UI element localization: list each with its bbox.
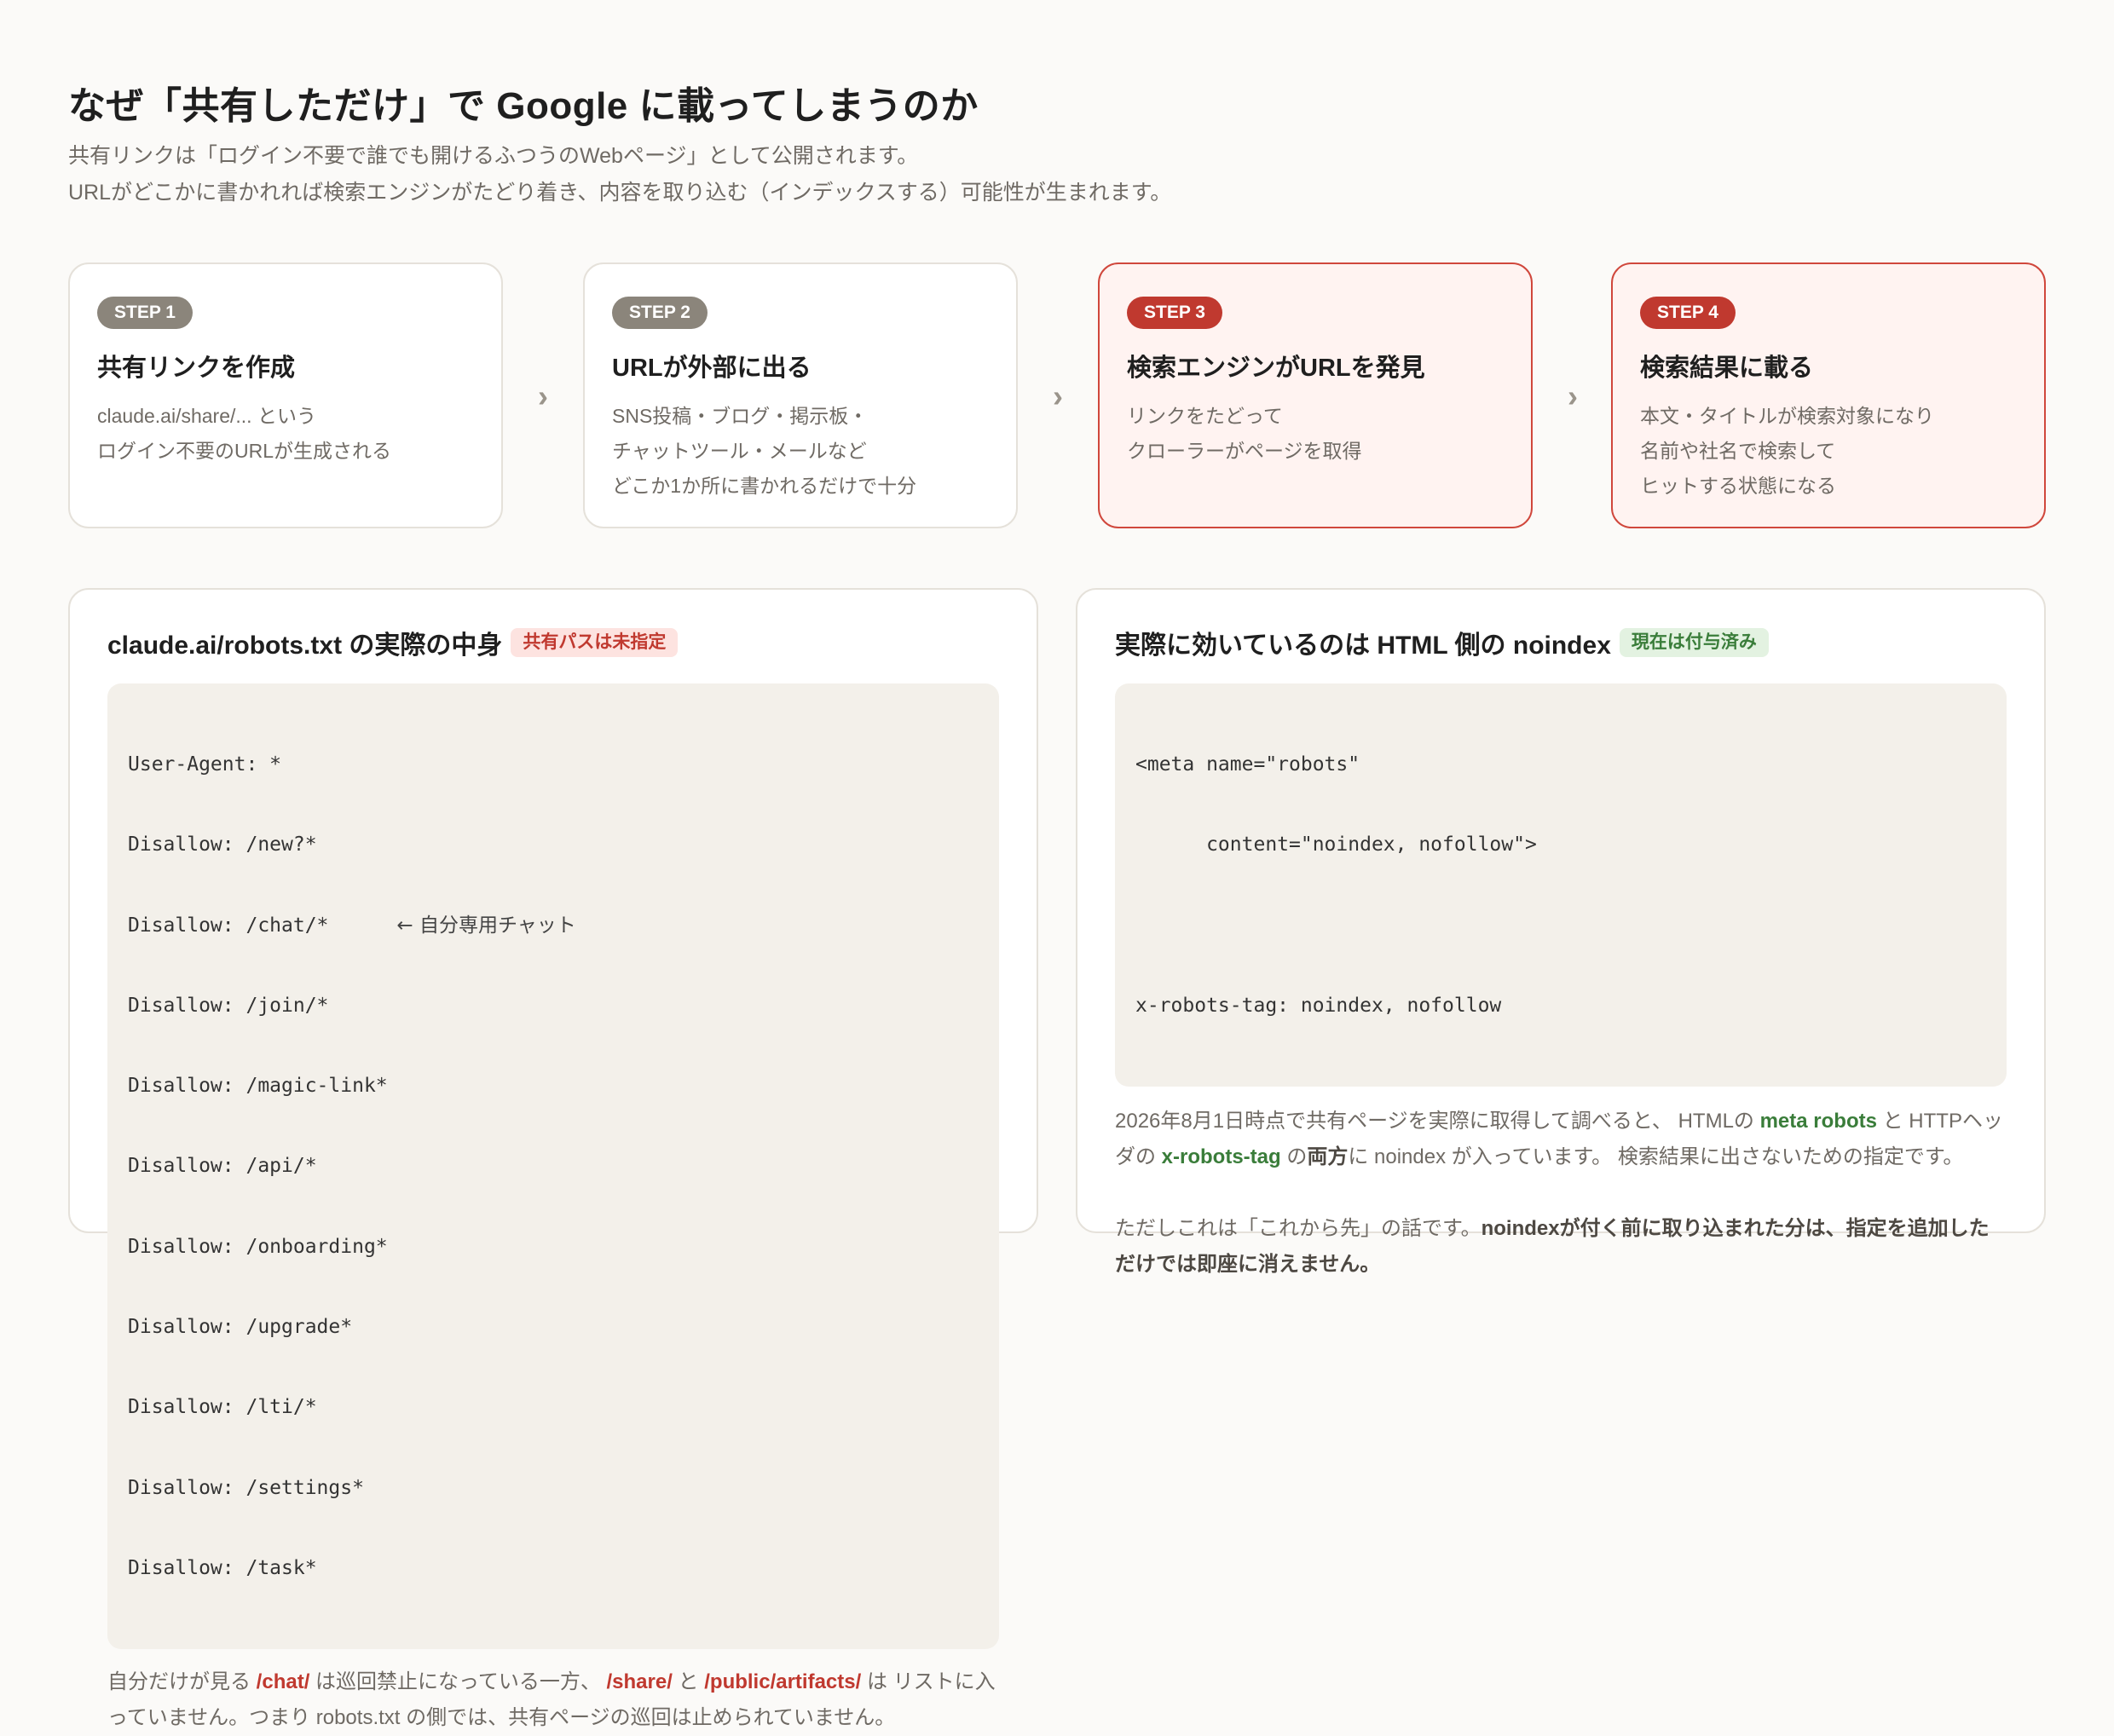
noindex-caveat: ただしこれは「これから先」の話です。noindexが付く前に取り込まれた分は、指… [1115,1211,2007,1283]
path-chat: /chat/ [256,1670,310,1694]
step-description: SNS投稿・ブログ・掲示板・ チャットツール・メールなど どこか1か所に書かれる… [612,399,989,504]
code-line: content="noindex, nofollow"> [1135,833,1537,856]
page: なぜ「共有しただけ」で Google に載ってしまうのか 共有リンクは「ログイン… [0,0,2114,1729]
subtitle-line: URLがどこかに書かれれば検索エンジンがたどり着き、内容を取り込む（インデックス… [68,181,1172,205]
step-description: リンクをたどって クローラーがページを取得 [1127,399,1504,469]
code-line: x-robots-tag: noindex, nofollow [1135,994,1502,1017]
step-badge: STEP 4 [1640,297,1736,329]
status-badge: 現在は付与済み [1619,628,1769,657]
step-desc-line: 本文・タイトルが検索対象になり [1640,405,1934,427]
page-title: なぜ「共有しただけ」で Google に載ってしまうのか [68,85,979,127]
step-card-4: STEP 4 検索結果に載る 本文・タイトルが検索対象になり 名前や社名で検索し… [1611,262,2046,528]
page-subtitle: 共有リンクは「ログイン不要で誰でも開けるふつうのWebページ」として公開されます… [68,138,1171,211]
emphasis: 両方 [1307,1145,1349,1169]
text: と [672,1670,705,1694]
text: 自分だけが見る [107,1670,257,1694]
step-desc-line: claude.ai/share/... という [97,405,316,427]
panel-title-text: claude.ai/robots.txt の実際の中身 [107,632,503,660]
text: 2026年8月1日時点で共有ページを実際に取得して調べると、 HTMLの [1115,1110,1760,1133]
code-line: Disallow: /join/* [128,994,329,1017]
chevron-right-icon: › [1053,378,1063,413]
step-desc-line: ログイン不要のURLが生成される [97,440,392,462]
step-desc-line: リンクをたどって [1127,405,1283,427]
code-line: Disallow: /upgrade* [128,1316,353,1339]
code-line: Disallow: /lti/* [128,1396,317,1419]
step-badge: STEP 1 [97,297,193,329]
step-desc-line: どこか1か所に書かれるだけで十分 [612,475,917,497]
step-desc-line: ヒットする状態になる [1640,475,1836,497]
robots-explanation: 自分だけが見る /chat/ は巡回禁止になっている一方、 /share/ と … [107,1664,999,1736]
subtitle-line: 共有リンクは「ログイン不要で誰でも開けるふつうのWebページ」として公開されます… [68,144,919,168]
step-title: 検索結果に載る [1640,355,1814,382]
chevron-right-icon: › [538,378,548,413]
noindex-code-block: <meta name="robots" content="noindex, no… [1115,683,2007,1087]
code-line: <meta name="robots" [1135,753,1360,776]
code-line: Disallow: /task* [128,1556,317,1579]
text: に noindex が入っています。 検索結果に出さないための指定です。 [1348,1145,1964,1169]
chevron-right-icon: › [1568,378,1578,413]
step-title: 共有リンクを作成 [97,355,296,382]
step-card-2: STEP 2 URLが外部に出る SNS投稿・ブログ・掲示板・ チャットツール・… [583,262,1018,528]
code-annotation: ← 自分専用チャット [396,914,576,937]
step-badge: STEP 2 [612,297,708,329]
meta-robots-label: meta robots [1759,1110,1877,1133]
step-title: 検索エンジンがURLを発見 [1127,355,1425,382]
x-robots-tag-label: x-robots-tag [1161,1145,1281,1169]
code-line: User-Agent: * [128,753,282,776]
noindex-explanation: 2026年8月1日時点で共有ページを実際に取得して調べると、 HTMLの met… [1115,1104,2007,1175]
step-title: URLが外部に出る [612,355,812,382]
text: ただしこれは「これから先」の話です。 [1115,1217,1482,1241]
path-share: /share/ [606,1670,673,1694]
step-desc-line: 名前や社名で検索して [1640,440,1836,462]
noindex-panel: 実際に効いているのは HTML 側の noindex 現在は付与済み <meta… [1076,588,2046,1276]
panel-title-text: 実際に効いているのは HTML 側の noindex [1115,632,1611,660]
code-line: Disallow: /onboarding* [128,1235,388,1258]
robots-code-block: User-Agent: * Disallow: /new?* Disallow:… [107,683,999,1650]
code-line: Disallow: /chat/* ← 自分専用チャット [128,908,979,943]
step-description: claude.ai/share/... という ログイン不要のURLが生成される [97,399,474,469]
code-text: Disallow: /chat/* [128,914,329,937]
step-card-3: STEP 3 検索エンジンがURLを発見 リンクをたどって クローラーがページを… [1098,262,1533,528]
step-desc-line: チャットツール・メールなど [612,440,867,462]
step-desc-line: クローラーがページを取得 [1127,440,1362,462]
robots-panel: claude.ai/robots.txt の実際の中身 共有パスは未指定 Use… [68,588,1038,1729]
panel-title: claude.ai/robots.txt の実際の中身 共有パスは未指定 [107,624,999,661]
step-description: 本文・タイトルが検索対象になり 名前や社名で検索して ヒットする状態になる [1640,399,2017,504]
code-line: Disallow: /new?* [128,833,317,856]
panel-title: 実際に効いているのは HTML 側の noindex 現在は付与済み [1115,624,2007,661]
code-line: Disallow: /api/* [128,1155,317,1178]
code-line: Disallow: /magic-link* [128,1075,388,1098]
status-badge: 共有パスは未指定 [511,628,679,657]
step-badge: STEP 3 [1127,297,1222,329]
text: の [1280,1145,1308,1169]
text: は巡回禁止になっている一方、 [309,1670,607,1694]
step-desc-line: SNS投稿・ブログ・掲示板・ [612,405,869,427]
code-line: Disallow: /settings* [128,1476,364,1499]
path-artifacts: /public/artifacts/ [704,1670,862,1694]
step-card-1: STEP 1 共有リンクを作成 claude.ai/share/... という … [68,262,503,528]
steps-flow: STEP 1 共有リンクを作成 claude.ai/share/... という … [68,262,2046,530]
